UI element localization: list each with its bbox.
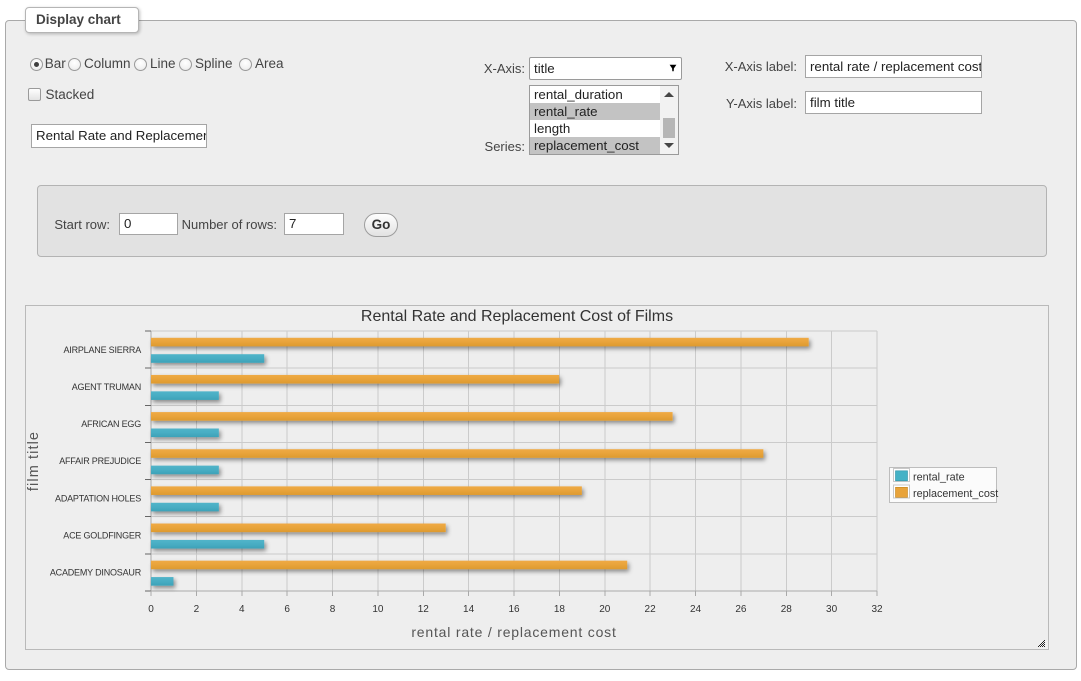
svg-text:12: 12 [418,604,430,615]
svg-text:0: 0 [148,604,154,615]
svg-text:ADAPTATION HOLES: ADAPTATION HOLES [55,493,141,503]
svg-text:AGENT TRUMAN: AGENT TRUMAN [72,382,141,392]
svg-text:10: 10 [372,604,384,615]
svg-text:6: 6 [284,604,290,615]
svg-text:replacement_cost: replacement_cost [913,488,998,500]
svg-text:8: 8 [330,604,336,615]
svg-text:20: 20 [599,604,611,615]
svg-text:16: 16 [508,604,520,615]
svg-text:22: 22 [645,604,657,615]
svg-text:2: 2 [194,604,200,615]
svg-text:AIRPLANE SIERRA: AIRPLANE SIERRA [63,345,141,355]
svg-text:AFRICAN EGG: AFRICAN EGG [81,419,141,429]
svg-text:24: 24 [690,604,702,615]
svg-text:AFFAIR PREJUDICE: AFFAIR PREJUDICE [59,456,141,466]
svg-text:30: 30 [826,604,838,615]
svg-text:32: 32 [871,604,883,615]
svg-text:28: 28 [781,604,793,615]
svg-text:ACADEMY DINOSAUR: ACADEMY DINOSAUR [50,568,142,578]
svg-text:18: 18 [554,604,566,615]
svg-text:rental_rate: rental_rate [913,472,965,484]
svg-text:Rental Rate and Replacement Co: Rental Rate and Replacement Cost of Film… [361,308,673,325]
svg-text:14: 14 [463,604,475,615]
svg-text:rental rate / replacement cost: rental rate / replacement cost [411,624,616,640]
svg-text:ACE GOLDFINGER: ACE GOLDFINGER [63,530,141,540]
svg-text:4: 4 [239,604,245,615]
svg-text:26: 26 [735,604,747,615]
svg-text:film title: film title [26,431,42,491]
